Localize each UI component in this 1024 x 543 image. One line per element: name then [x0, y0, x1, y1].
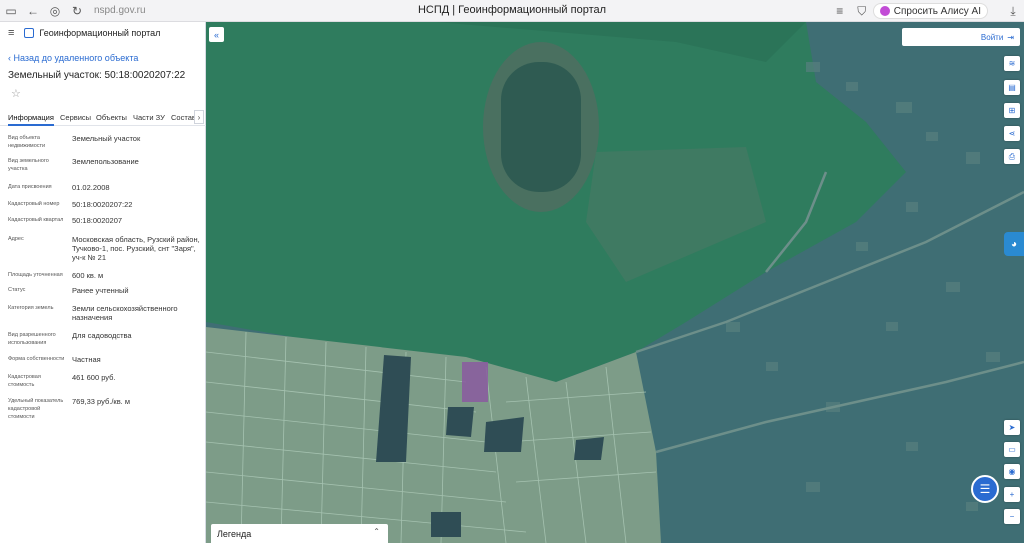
browser-toolbar: ▭ ← ◎ ↻ nspd.gov.ru НСПД | Геоинформацио…	[0, 0, 1024, 22]
parcel-title: Земельный участок: 50:18:0020207:22	[8, 70, 186, 81]
portal-title: Геоинформационный портал	[39, 28, 161, 38]
panel-header: ≡ Геоинформационный портал	[0, 22, 205, 44]
expand-icon: ⌃	[373, 527, 380, 536]
info-side-tab[interactable]: ◕	[1004, 232, 1024, 256]
portal-logo-icon	[24, 28, 35, 38]
tab-parts[interactable]: Части ЗУ	[133, 113, 165, 122]
sidebar-toggle-icon[interactable]: ▭	[0, 0, 22, 22]
measure-icon[interactable]: ⊞	[1004, 103, 1020, 118]
alice-label: Спросить Алису AI	[893, 5, 981, 17]
tab-info[interactable]: Информация	[8, 113, 54, 126]
tab-composition[interactable]: Состав	[171, 113, 196, 122]
alice-icon	[879, 6, 890, 16]
satellite-layer	[206, 22, 1024, 543]
alice-button[interactable]: Спросить Алису AI	[872, 3, 988, 19]
menu-icon[interactable]: ≡	[829, 0, 851, 22]
hamburger-icon[interactable]: ≡	[8, 27, 14, 39]
bookmark-icon[interactable]: ⛉	[851, 0, 873, 22]
tab-services[interactable]: Сервисы	[60, 113, 91, 122]
collapse-panel-button[interactable]: «	[209, 27, 224, 42]
reload-icon[interactable]: ↻	[66, 0, 88, 22]
map-view[interactable]: « Войти ⇥ ≋ ▤ ⊞ ⋖ ⎙ ◕ ➤ ▭ ◉ + − ☰ Легенд…	[206, 22, 1024, 543]
geolocate-icon[interactable]: ➤	[1004, 420, 1020, 435]
zoom-out-button[interactable]: −	[1004, 509, 1020, 524]
compass-icon[interactable]: ◉	[1004, 464, 1020, 479]
selected-parcel[interactable]	[462, 362, 488, 402]
layers-toggle-icon[interactable]: ≋	[1004, 56, 1020, 71]
fullscreen-icon[interactable]: ▭	[1004, 442, 1020, 457]
login-button[interactable]: Войти ⇥	[902, 28, 1020, 46]
chat-icon[interactable]: ☰	[971, 475, 999, 503]
address-bar[interactable]: nspd.gov.ru	[94, 5, 146, 16]
tabs-bar: Информация Сервисы Объекты Части ЗУ Сост…	[0, 110, 206, 126]
share-icon[interactable]: ⋖	[1004, 126, 1020, 141]
legend-label: Легенда	[217, 528, 252, 539]
back-icon[interactable]: ←	[22, 0, 44, 22]
favorite-star-icon[interactable]: ☆	[11, 87, 21, 100]
shield-icon[interactable]: ◎	[44, 0, 66, 22]
chevron-left-icon: ‹	[8, 53, 11, 63]
basemap-icon[interactable]: ▤	[1004, 80, 1020, 95]
back-link[interactable]: ‹ Назад до удаленного объекта	[8, 53, 138, 63]
download-icon[interactable]: ⤓	[1002, 0, 1024, 22]
legend-panel[interactable]: Легенда ⌃	[211, 524, 388, 543]
print-icon[interactable]: ⎙	[1004, 149, 1020, 164]
info-panel: ≡ Геоинформационный портал ‹ Назад до уд…	[0, 22, 206, 543]
tabs-scroll-right-icon[interactable]: ›	[194, 110, 204, 124]
tab-objects[interactable]: Объекты	[96, 113, 127, 122]
zoom-in-button[interactable]: +	[1004, 487, 1020, 502]
login-icon: ⇥	[1007, 32, 1014, 42]
